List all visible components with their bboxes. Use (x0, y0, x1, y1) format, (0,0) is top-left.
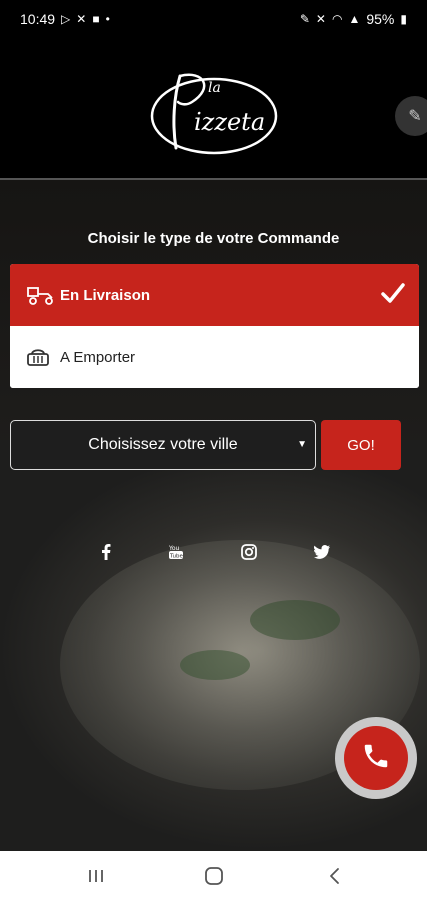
status-time: 10:49 (20, 11, 56, 27)
order-type-title: Choisir le type de votre Commande (87, 230, 340, 247)
pen-icon: ✎ (299, 12, 310, 26)
wifi-icon: ◠ (331, 12, 343, 26)
order-type-options: En Livraison A Emporter (10, 264, 419, 388)
notification-icon: ▷ (61, 12, 71, 26)
svg-text:izzeta: izzeta (194, 108, 265, 136)
instagram-icon[interactable] (239, 542, 259, 562)
delivery-scooter-icon (26, 285, 60, 305)
checkmark-icon (381, 282, 405, 308)
back-icon[interactable] (322, 865, 346, 887)
call-button-inner (344, 726, 408, 790)
chevron-down-icon: ▼ (297, 439, 307, 450)
twitter-icon[interactable] (312, 542, 332, 562)
go-button[interactable]: GO! (321, 420, 401, 470)
missed-call-icon: ✕ (76, 12, 87, 26)
basket-icon (26, 347, 60, 367)
basil-leaf (180, 650, 250, 680)
basil-leaf (250, 600, 340, 640)
city-select-value: Choisissez votre ville (88, 436, 238, 453)
battery-icon: ▮ (400, 12, 407, 26)
svg-text:You: You (168, 545, 180, 552)
edit-button[interactable]: ✎ (395, 96, 427, 136)
mute-icon: ✕ (315, 12, 326, 26)
pizzeta-logo[interactable]: izzeta la (148, 66, 280, 158)
call-button[interactable] (335, 717, 417, 799)
hero-background: Choisir le type de votre Commande En Liv… (0, 180, 427, 851)
recent-apps-icon[interactable] (84, 865, 108, 887)
home-icon[interactable] (202, 865, 226, 887)
app-header: izzeta la ✎ (0, 38, 427, 178)
system-nav-bar (0, 851, 427, 900)
option-livraison[interactable]: En Livraison (10, 264, 419, 326)
option-livraison-label: En Livraison (60, 286, 151, 304)
city-select[interactable]: Choisissez votre ville ▼ (10, 420, 316, 470)
app-notification-icon: ■ (92, 12, 100, 26)
facebook-icon[interactable] (96, 542, 116, 562)
option-emporter-label: A Emporter (60, 348, 136, 366)
signal-icon: ▲ (348, 12, 361, 26)
option-emporter[interactable]: A Emporter (10, 326, 419, 388)
go-button-label: GO! (347, 436, 375, 454)
status-bar: 10:49 ▷ ✕ ■ • ✎ ✕ ◠ ▲ 95% ▮ (0, 0, 427, 38)
svg-text:Tube: Tube (169, 554, 184, 560)
social-links: You Tube (0, 542, 427, 562)
battery-level: 95% (366, 11, 395, 27)
svg-text:la: la (208, 80, 221, 96)
youtube-icon[interactable]: You Tube (166, 542, 186, 562)
pencil-icon: ✎ (408, 108, 422, 125)
phone-icon (361, 741, 391, 776)
more-dot-icon: • (105, 12, 110, 26)
